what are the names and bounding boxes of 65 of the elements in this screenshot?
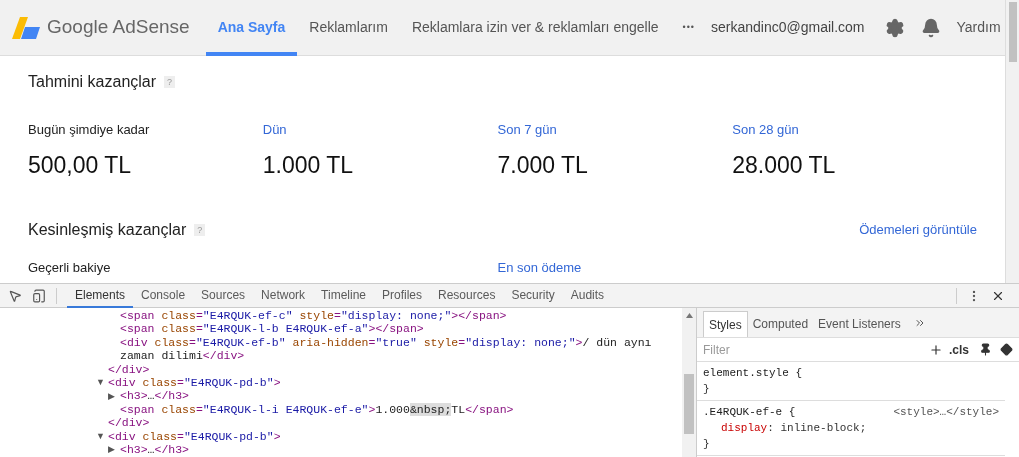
more-button[interactable]: ••• xyxy=(682,20,695,35)
styles-tab[interactable]: Computed xyxy=(747,311,814,337)
add-rule-icon[interactable] xyxy=(929,342,943,357)
page-scrollbar[interactable] xyxy=(1005,0,1019,283)
code-line: <span class="E4RQUK-l-i E4RQUK-ef-e">1.000&nbsp;TL</span> xyxy=(120,402,514,417)
device-icon[interactable] xyxy=(32,288,46,303)
period-link[interactable]: Dün xyxy=(262,120,287,140)
code-line: <div class="E4RQUK-pd-b"> xyxy=(108,376,281,390)
code-line: </div> xyxy=(108,362,150,377)
css-selector: element.style { xyxy=(703,366,803,381)
section-title: Tahmini kazançlar xyxy=(28,72,157,92)
devtools-tab[interactable]: Security xyxy=(503,283,563,308)
inspect-icon[interactable] xyxy=(8,288,22,303)
devtools-tab[interactable]: Profiles xyxy=(374,283,431,308)
earnings-value: 28.000 TL xyxy=(732,150,836,180)
period-link[interactable]: Son 28 gün xyxy=(732,120,799,140)
scroll-up-icon[interactable] xyxy=(685,313,693,318)
nav-tab[interactable]: Reklamlarım xyxy=(297,0,400,56)
code-line: <h3>…</h3> xyxy=(120,443,190,457)
code-line: </div> xyxy=(108,416,150,430)
code-line: <span class="E4RQUK-ef-c" style="display: none;"></span> xyxy=(120,309,507,323)
disclosure-triangle[interactable]: ▼ xyxy=(96,378,105,388)
earnings-value: 7.000 TL xyxy=(497,150,588,180)
code-scrollbar[interactable] xyxy=(682,308,696,457)
code-line: <div class="E4RQUK-ef-b" aria-hidden="true" style="display: none;">/ dün aynı zaman dilimi</div> xyxy=(120,335,653,363)
filter-field[interactable]: Filter xyxy=(703,340,929,359)
css-brace: } xyxy=(703,437,710,452)
css-property: display: inline-block; xyxy=(721,421,867,436)
help-link[interactable]: Yardım xyxy=(956,17,1001,38)
bell-icon[interactable] xyxy=(920,17,941,38)
devtools-tab[interactable]: Console xyxy=(133,283,194,308)
disclosure-triangle[interactable]: ▼ xyxy=(96,431,105,441)
devtools-tab[interactable]: Network xyxy=(253,283,314,308)
metric-label: Bugün şimdiye kadar xyxy=(28,121,150,139)
logo-icon xyxy=(12,16,40,39)
css-brace: } xyxy=(703,382,710,397)
account-email[interactable]: serkandinc0@gmail.com xyxy=(711,17,865,38)
code-line: <div class="E4RQUK-pd-b"> xyxy=(108,429,281,444)
styles-tab[interactable]: Event Listeners xyxy=(813,311,906,337)
devtools-tab[interactable]: Sources xyxy=(193,283,254,308)
nav-tab[interactable]: Reklamlara izin ver & reklamları engelle xyxy=(399,0,671,56)
balance-label: Geçerli bakiye xyxy=(28,259,111,277)
devtools-tab[interactable]: Audits xyxy=(562,283,613,308)
payments-link[interactable]: Ödemeleri görüntüle xyxy=(859,220,977,240)
devtools-tab[interactable]: Elements xyxy=(67,283,134,308)
payment-link[interactable]: En son ödeme xyxy=(497,258,582,278)
earnings-value: 500,00 TL xyxy=(28,150,132,180)
settings-icon[interactable] xyxy=(884,17,905,38)
disclosure-triangle[interactable]: ▶ xyxy=(108,445,115,455)
class-toggle[interactable]: .cls xyxy=(949,340,969,359)
logo-text: Google AdSense xyxy=(47,15,190,40)
styles-tab[interactable]: Styles xyxy=(703,311,748,337)
pin-icon[interactable] xyxy=(979,343,992,356)
diamond-icon[interactable] xyxy=(1000,343,1013,356)
overflow-icon[interactable] xyxy=(913,317,926,329)
code-line: <h3>…</h3> xyxy=(120,389,190,403)
devtools-tab[interactable]: Resources xyxy=(430,283,504,308)
period-link[interactable]: Son 7 gün xyxy=(497,120,557,140)
style-source-link[interactable]: <style>…</style> xyxy=(893,404,999,420)
earnings-value: 1.000 TL xyxy=(262,150,354,180)
devtools-tab[interactable]: Timeline xyxy=(313,283,374,308)
css-selector: .E4RQUK-ef-e { xyxy=(703,405,796,420)
disclosure-triangle[interactable]: ▶ xyxy=(108,391,115,401)
section-title: Kesinleşmiş kazançlar xyxy=(28,220,187,240)
code-line: <span class="E4RQUK-l-b E4RQUK-ef-a"></span> xyxy=(120,322,424,336)
